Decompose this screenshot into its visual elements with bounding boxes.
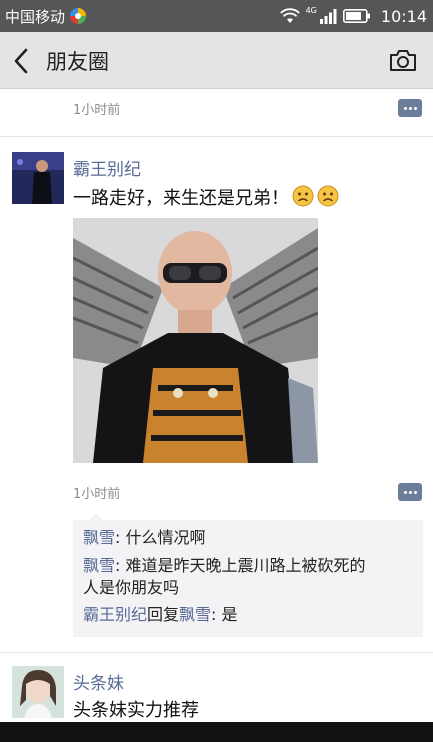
post-photo-image: [73, 218, 318, 463]
post-photo[interactable]: [73, 218, 318, 463]
battery-icon: [342, 9, 370, 23]
avatar[interactable]: [12, 666, 64, 718]
comment-item[interactable]: 飘雪: 什么情况啊: [83, 527, 206, 549]
post-time: 1小时前: [73, 487, 121, 502]
comment-item[interactable]: 飘雪: 难道是昨天晚上震川路上被砍死的: [83, 555, 366, 577]
comment-author[interactable]: 飘雪: [83, 528, 115, 547]
avatar-image: [12, 152, 64, 204]
system-nav-bar: [0, 722, 433, 742]
post-text: 一路走好，来生还是兄弟！: [73, 184, 339, 210]
reply-verb: 回复: [147, 605, 180, 624]
post-author[interactable]: 霸王别纪: [73, 155, 141, 180]
status-bar: 中国移动 4G 10:14: [0, 0, 433, 32]
comment-text: 人是你朋友吗: [83, 578, 180, 597]
reply-author[interactable]: 霸王别纪: [83, 605, 147, 624]
comment-text: 什么情况啊: [125, 528, 206, 547]
page-title: 朋友圈: [46, 50, 109, 74]
comment-separator: :: [115, 528, 126, 547]
post-text: 头条妹实力推荐: [73, 700, 199, 721]
comment-author[interactable]: 飘雪: [83, 556, 115, 575]
avatar-image: [12, 666, 64, 718]
post-author[interactable]: 头条妹: [73, 669, 124, 694]
comment-separator: :: [211, 605, 222, 624]
post-divider: [0, 652, 433, 653]
comment-separator: :: [115, 556, 126, 575]
network-type: 4G: [305, 5, 317, 15]
signal-icon: [319, 9, 337, 24]
sad-face-icon: [317, 185, 339, 207]
comment-item-continued: 人是你朋友吗: [83, 577, 179, 599]
comment-text: 难道是昨天晚上震川路上被砍死的: [125, 556, 366, 575]
comment-list: 飘雪: 什么情况啊 飘雪: 难道是昨天晚上震川路上被砍死的 人是你朋友吗 霸王别…: [73, 513, 423, 637]
carrier-logo-icon: [70, 8, 86, 24]
wifi-icon: [279, 8, 300, 23]
post-text-content: 一路走好，来生还是兄弟！: [73, 188, 289, 209]
chevron-left-icon[interactable]: [12, 48, 30, 74]
prev-post-time: 1小时前: [73, 103, 121, 118]
camera-icon[interactable]: [389, 48, 417, 72]
carrier-name: 中国移动: [5, 8, 66, 26]
clock: 10:14: [380, 6, 427, 26]
sad-face-icon: [292, 185, 314, 207]
nav-bar: 朋友圈: [0, 32, 433, 89]
post-comment-button[interactable]: [398, 483, 422, 501]
avatar[interactable]: [12, 152, 64, 204]
reply-target[interactable]: 飘雪: [179, 605, 211, 624]
prev-post-comment-button[interactable]: [398, 99, 422, 117]
reply-text: 是: [221, 605, 238, 624]
post-divider: [0, 136, 433, 137]
status-icons: 4G 10:14: [279, 5, 427, 26]
comment-reply[interactable]: 霸王别纪回复飘雪: 是: [83, 604, 238, 626]
